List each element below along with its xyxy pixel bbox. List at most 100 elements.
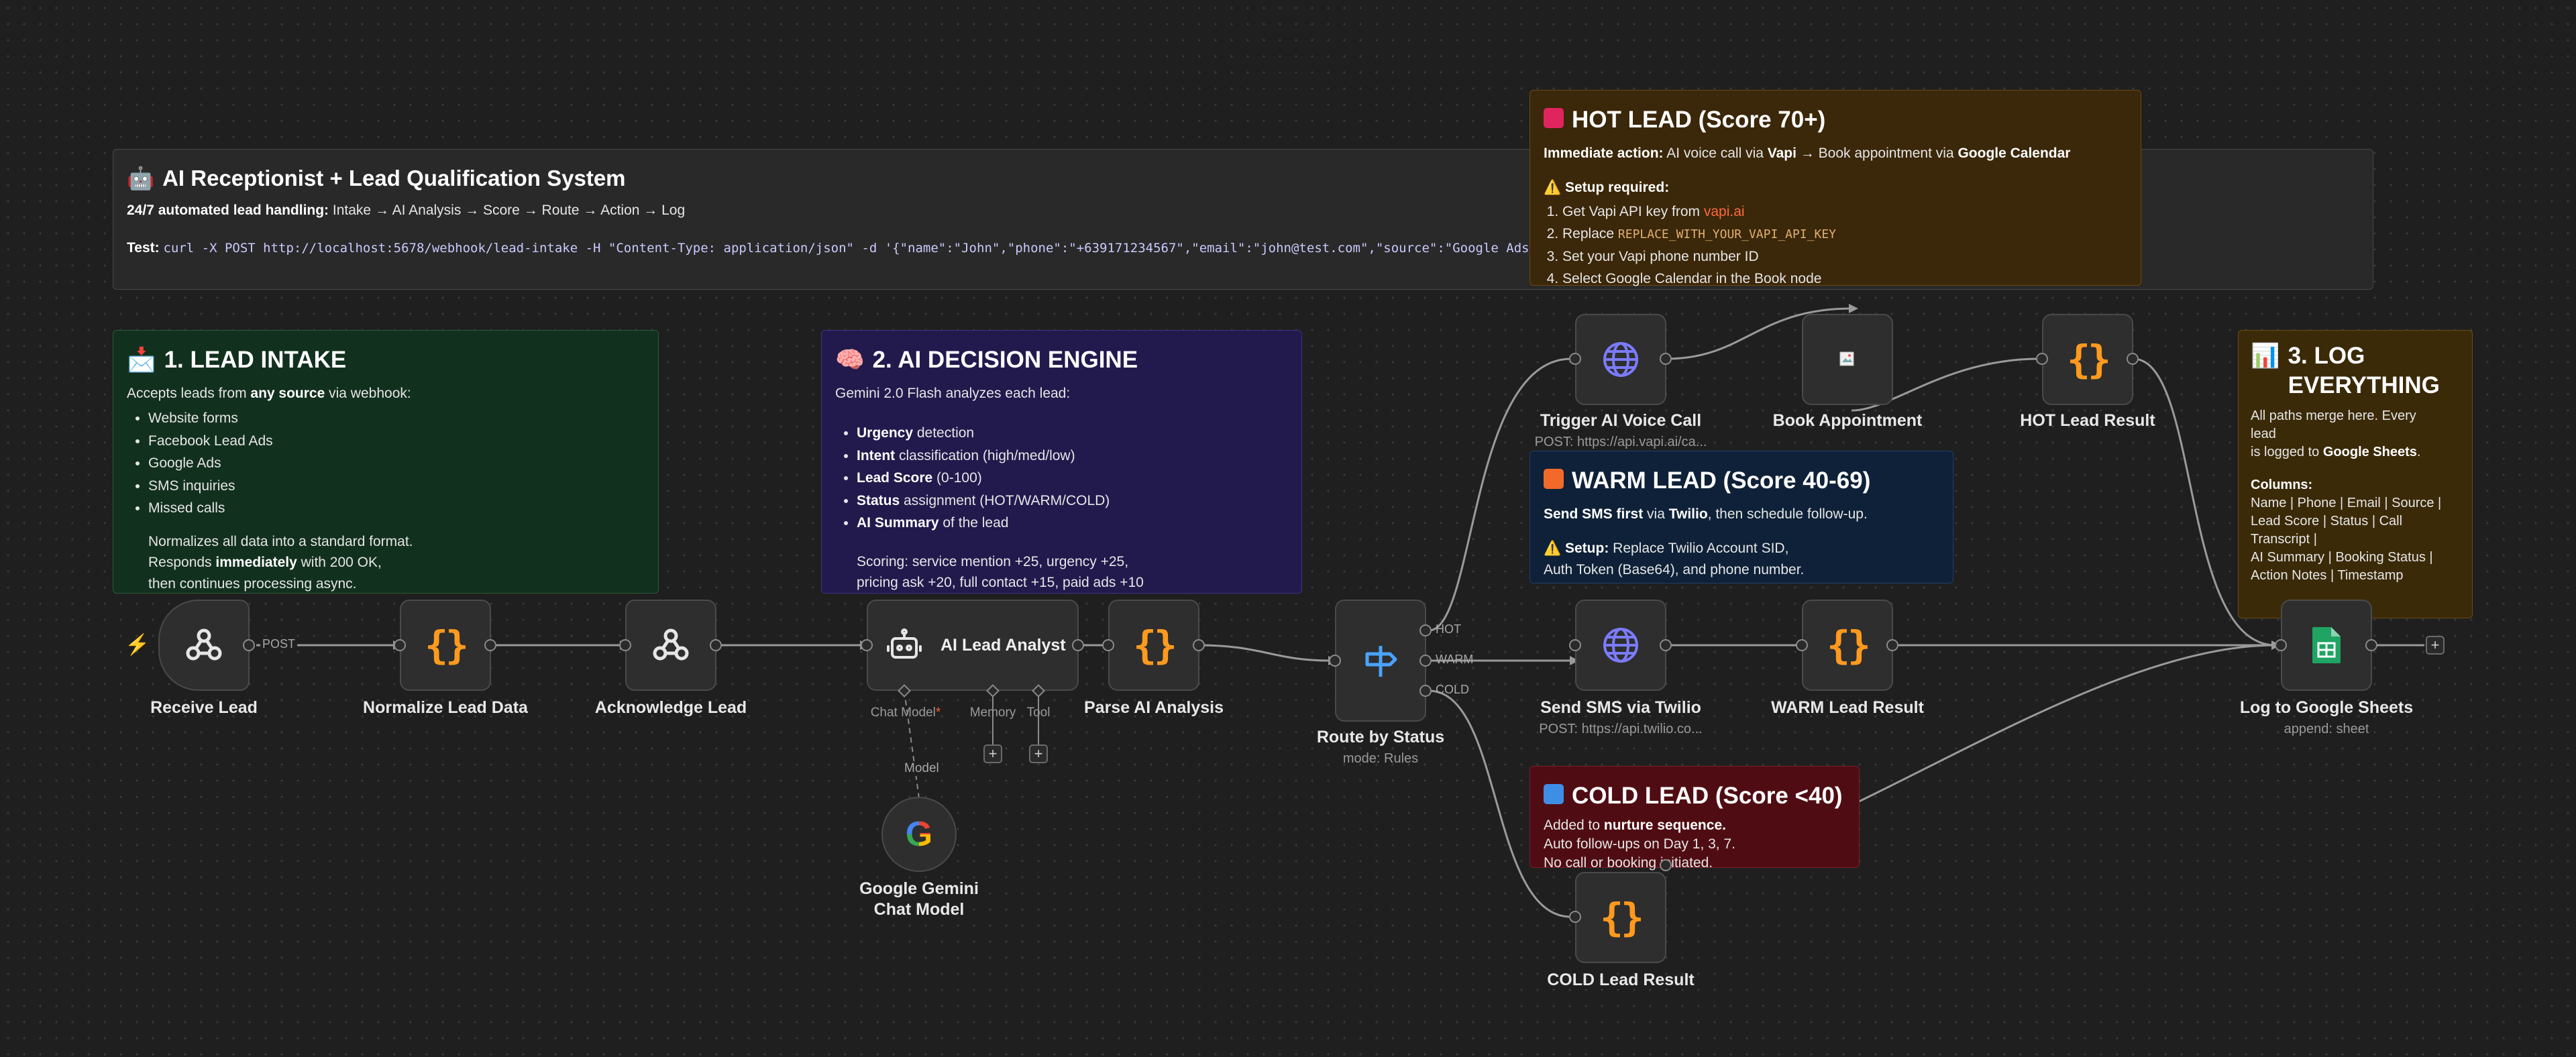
log-columns-5: Action Notes | Timestamp [2251, 567, 2404, 583]
intake-intro-end: via webhook: [325, 385, 411, 401]
warm-lead-title: WARM LEAD (Score 40-69) [1572, 467, 1871, 494]
google-gemini-node[interactable]: G [881, 797, 957, 872]
output-port-hot[interactable] [1419, 624, 1432, 636]
cold-lead-result-node[interactable]: {} [1575, 872, 1666, 963]
warm-lead-result-label: WARM Lead Result [1771, 698, 1924, 717]
parse-ai-analysis-label: Parse AI Analysis [1084, 698, 1224, 717]
book-appointment-node[interactable] [1802, 314, 1893, 405]
warm-line-3: Auth Token (Base64), and phone number. [1544, 561, 1805, 577]
ai-features-list: Urgency detection Intent classification … [835, 423, 1288, 534]
lead-intake-note[interactable]: 📩 1. LEAD INTAKE Accepts leads from any s… [113, 330, 659, 594]
input-port[interactable] [861, 639, 873, 651]
ai-decision-note[interactable]: 🧠 2. AI DECISION ENGINE Gemini 2.0 Flash … [821, 330, 1302, 594]
send-sms-label: Send SMS via Twilio [1540, 698, 1701, 717]
log-columns-3: Transcript | [2251, 531, 2317, 547]
output-port[interactable] [1193, 639, 1205, 651]
hot-action-text: AI voice call via [1663, 145, 1768, 161]
output-port[interactable] [1072, 639, 1084, 651]
output-port-cold[interactable] [1419, 685, 1432, 697]
send-sms-node[interactable] [1575, 600, 1666, 691]
hot-lead-note[interactable]: HOT LEAD (Score 70+) Immediate action: A… [1529, 90, 2141, 286]
cold-line-1: Added to [1544, 817, 1604, 833]
intake-line-2-bold: immediately [215, 555, 297, 571]
log-to-sheets-label: Log to Google Sheets [2239, 698, 2414, 717]
list-item: Missed calls [148, 498, 645, 519]
output-port[interactable] [1660, 859, 1672, 871]
input-port[interactable] [2036, 353, 2048, 365]
log-everything-note[interactable]: 📊 3. LOG EVERYTHING All paths merge here. … [2238, 330, 2473, 618]
output-port[interactable] [1660, 353, 1672, 365]
add-tool-button[interactable]: + [1029, 744, 1048, 763]
webhook-icon [653, 628, 689, 661]
header-title: AI Receptionist + Lead Qualification Sys… [162, 166, 626, 190]
ai-lead-analyst-node[interactable]: AI Lead Analyst [867, 600, 1079, 691]
cold-lead-result-label: COLD Lead Result [1547, 970, 1695, 989]
robot-icon: 🤖 [127, 166, 155, 190]
trigger-bolt-icon: ⚡ [125, 634, 150, 656]
route-by-status-sublabel: mode: Rules [1342, 751, 1419, 766]
vapi-link[interactable]: vapi.ai [1704, 204, 1745, 219]
header-subtitle: Intake → AI Analysis → Score → Route → A… [329, 203, 686, 219]
hot-lead-result-node[interactable]: {} [2042, 314, 2133, 405]
parse-ai-analysis-node[interactable]: {} [1108, 600, 1199, 691]
normalize-lead-label: Normalize Lead Data [363, 698, 528, 717]
receive-lead-label: Receive Lead [150, 698, 258, 717]
output-port[interactable] [243, 639, 255, 651]
list-item: Select Google Calendar in the Book node [1562, 268, 2127, 290]
cold-line-2: Auto follow-ups on Day 1, 3, 7. [1544, 836, 1735, 852]
route-by-status-node[interactable] [1335, 600, 1426, 722]
output-port[interactable] [2127, 353, 2139, 365]
input-port[interactable] [1569, 353, 1581, 365]
orange-square-icon [1544, 469, 1564, 489]
log-columns-2: Lead Score | Status | Call [2251, 513, 2403, 528]
input-port[interactable] [1796, 639, 1808, 651]
intake-line-1: Normalizes all data into a standard form… [148, 533, 413, 549]
lead-intake-title: 1. LEAD INTAKE [164, 347, 347, 373]
output-port-warm[interactable] [1419, 655, 1432, 667]
ai-scoring-1: Scoring: service mention +25, urgency +2… [857, 553, 1129, 569]
log-to-sheets-node[interactable] [2281, 600, 2372, 691]
acknowledge-lead-node[interactable] [625, 600, 716, 691]
route-output-cold-label: COLD [1436, 683, 1470, 696]
list-item: Status assignment (HOT/WARM/COLD) [857, 490, 1288, 512]
output-port[interactable] [1886, 639, 1898, 651]
add-next-node-button[interactable]: + [2426, 636, 2445, 655]
log-line-2: lead [2251, 426, 2276, 441]
output-port[interactable] [484, 639, 496, 651]
book-appointment-label: Book Appointment [1772, 411, 1923, 430]
intake-sources-list: Website forms Facebook Lead Ads Google A… [127, 408, 645, 519]
list-item: Website forms [148, 408, 645, 429]
trigger-voice-call-node[interactable] [1575, 314, 1666, 405]
hot-lead-result-label: HOT Lead Result [2020, 411, 2155, 430]
red-square-icon [1544, 108, 1564, 128]
output-port[interactable] [1660, 639, 1672, 651]
output-port[interactable] [2365, 639, 2377, 651]
code-braces-icon: {} [1600, 895, 1644, 940]
ai-decision-title: 2. AI DECISION ENGINE [872, 347, 1138, 373]
hot-action-text-2: → Book appointment via [1796, 145, 1958, 161]
input-port[interactable] [1569, 639, 1581, 651]
input-port[interactable] [2275, 639, 2287, 651]
input-port[interactable] [1569, 911, 1581, 923]
route-output-hot-label: HOT [1436, 622, 1461, 636]
warm-line-1-bold: Send SMS first [1544, 506, 1644, 522]
add-memory-button[interactable]: + [983, 744, 1002, 763]
normalize-lead-node[interactable]: {} [400, 600, 491, 691]
list-item: Lead Score (0-100) [857, 467, 1288, 489]
input-port[interactable] [394, 639, 406, 651]
google-g-icon: G [905, 815, 933, 854]
warm-lead-result-node[interactable]: {} [1802, 600, 1893, 691]
input-port[interactable] [1102, 639, 1114, 651]
trigger-voice-call-label: Trigger AI Voice Call [1540, 411, 1702, 430]
header-test-label: Test: [127, 239, 160, 256]
cold-lead-note[interactable]: COLD LEAD (Score <40) Added to nurture s… [1529, 766, 1860, 871]
input-port[interactable] [1329, 655, 1341, 667]
output-port[interactable] [710, 639, 722, 651]
bar-chart-icon: 📊 [2251, 343, 2280, 369]
hot-action-calendar: Google Calendar [1957, 145, 2071, 161]
warm-lead-note[interactable]: WARM LEAD (Score 40-69) Send SMS first v… [1529, 451, 1953, 583]
receive-lead-node[interactable] [158, 600, 250, 691]
header-subtitle-bold: 24/7 automated lead handling: [127, 203, 329, 219]
input-port[interactable] [619, 639, 631, 651]
warm-line-1: via [1643, 506, 1669, 522]
